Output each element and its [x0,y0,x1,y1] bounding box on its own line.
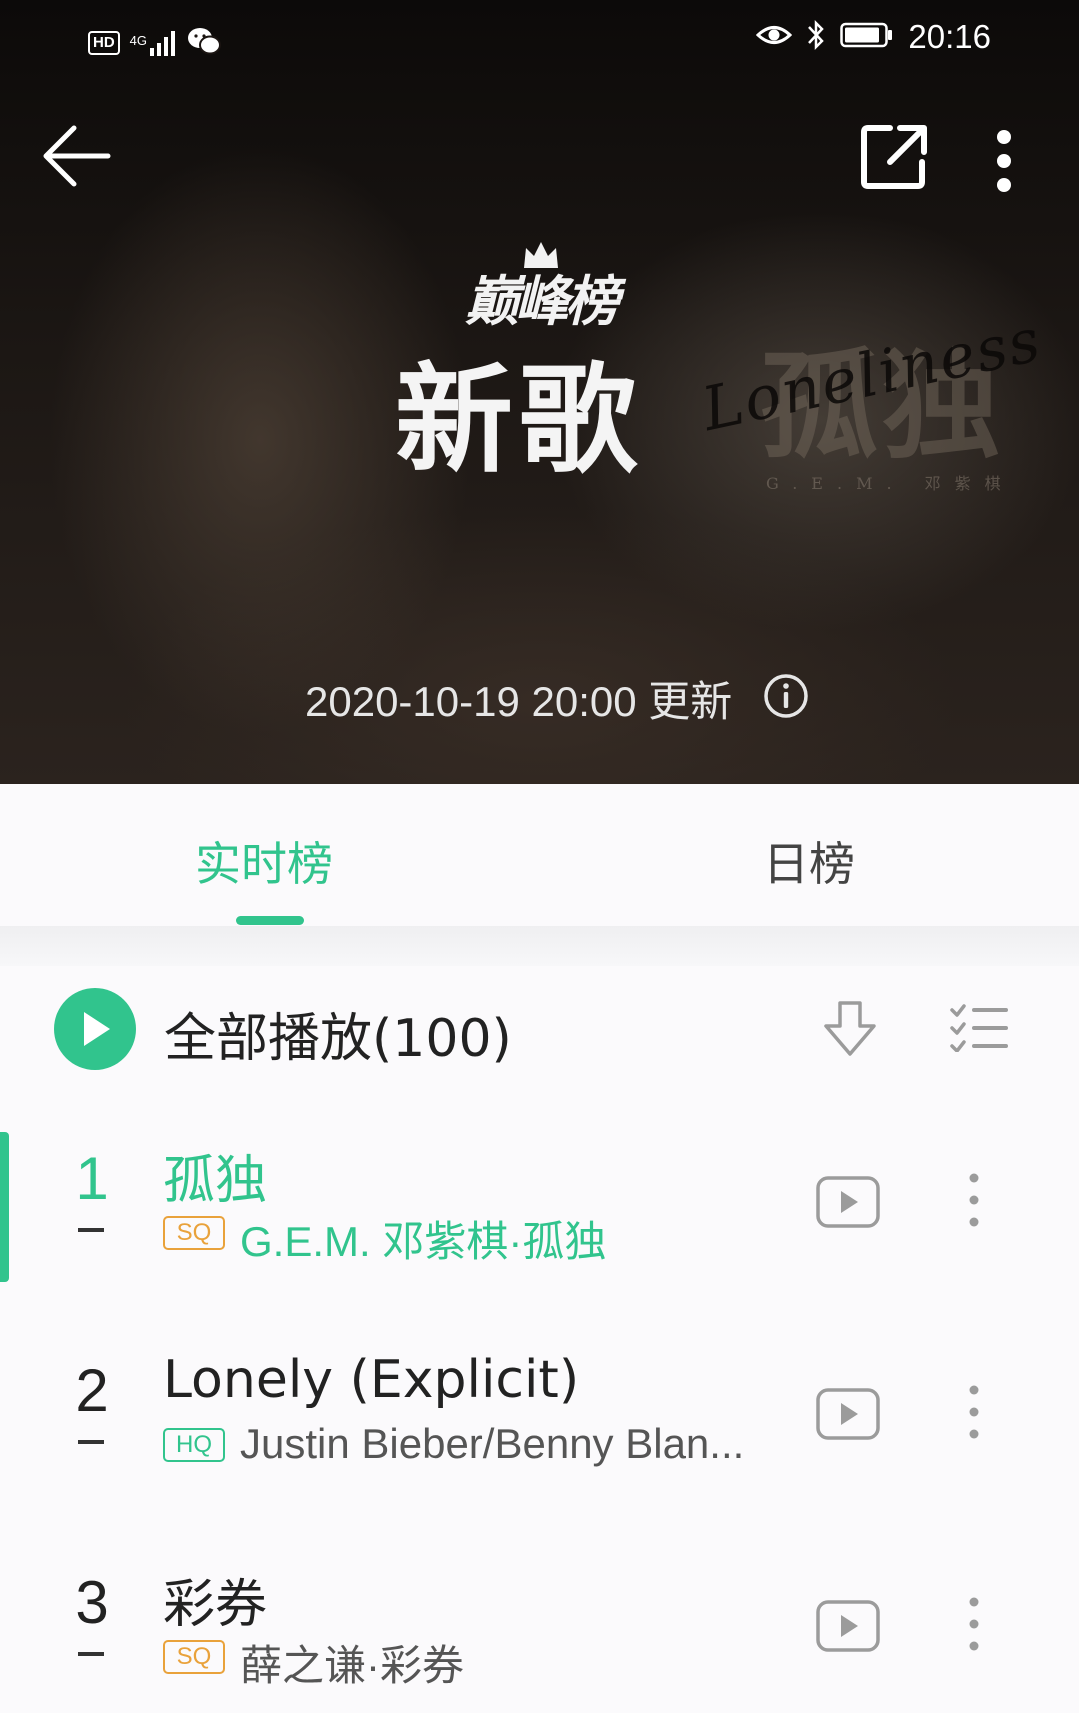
signal-icon: 4G [130,30,177,56]
song-more-icon[interactable] [968,1384,980,1444]
chart-tabs: 实时榜 日榜 [0,784,1079,926]
song-rank: 3 [75,1569,109,1636]
song-more-icon[interactable] [968,1172,980,1232]
play-icon [84,1012,110,1046]
now-playing-indicator [0,1132,9,1282]
song-artist-album: G.E.M. 邓紫棋·孤独 [240,1218,607,1265]
album-art-credit: G.E.M. 邓紫棋 [766,474,1015,493]
song-row[interactable]: 2 Lonely (Explicit) HQ Justin Bieber/Ben… [0,1308,1079,1498]
play-all-button[interactable] [54,988,136,1070]
crown-icon [524,242,558,268]
album-art: 孤独 Loneliness G.E.M. 邓紫棋 [696,300,1047,500]
download-icon[interactable] [822,1000,878,1062]
clock: 20:16 [908,18,991,55]
multi-select-icon[interactable] [950,1004,1010,1056]
song-title: Lonely (Explicit) [163,1350,580,1410]
active-tab-indicator [236,916,304,925]
battery-icon [840,22,894,52]
page-title: 新歌 [395,351,644,489]
eye-icon [756,22,793,52]
mv-play-icon[interactable] [816,1388,880,1444]
rank-change-indicator [78,1440,104,1444]
more-vertical-icon[interactable] [994,128,1014,198]
song-title: 孤独 [163,1151,268,1211]
quality-badge: SQ [163,1640,225,1674]
song-title: 彩券 [163,1575,268,1635]
section-divider [0,926,1079,966]
song-row[interactable]: 3 彩券 SQ 薛之谦·彩券 [0,1520,1079,1710]
song-rank: 1 [75,1145,109,1212]
info-icon[interactable] [762,672,810,730]
song-more-icon[interactable] [968,1596,980,1656]
song-artist-album: 薛之谦·彩券 [240,1642,464,1689]
mv-play-icon[interactable] [816,1600,880,1656]
bluetooth-icon [806,19,826,55]
chart-brand-logo: 巅峰榜 [440,240,640,336]
wechat-icon [187,26,222,60]
tab-realtime[interactable]: 实时榜 [195,828,333,894]
quality-badge: HQ [163,1428,225,1462]
song-row[interactable]: 1 孤独 SQ G.E.M. 邓紫棋·孤独 [0,1096,1079,1286]
rank-change-indicator [78,1228,104,1232]
update-time-label: 2020-10-19 20:00 更新 [305,678,733,725]
mv-play-icon[interactable] [816,1176,880,1232]
tab-daily[interactable]: 日榜 [763,828,855,894]
header-banner: HD 4G 20:16 孤独 Loneliness G.E.M. 邓紫棋 巅峰榜… [0,0,1079,784]
hd-badge: HD [88,31,120,55]
play-all-label[interactable]: 全部播放(100) [164,996,512,1071]
chart-page: HD 4G 20:16 孤独 Loneliness G.E.M. 邓紫棋 巅峰榜… [0,0,1079,1713]
status-bar: HD 4G 20:16 [0,18,1079,68]
network-type: 4G [129,33,148,48]
rank-change-indicator [78,1652,104,1656]
song-rank: 2 [75,1357,109,1424]
play-all-row: 全部播放(100) [0,966,1079,1096]
quality-badge: SQ [163,1216,225,1250]
song-artist-album: Justin Bieber/Benny Blan... [240,1420,745,1467]
share-icon[interactable] [860,122,930,196]
back-icon[interactable] [40,120,112,196]
update-time: 2020-10-19 20:00 更新 [305,668,810,734]
